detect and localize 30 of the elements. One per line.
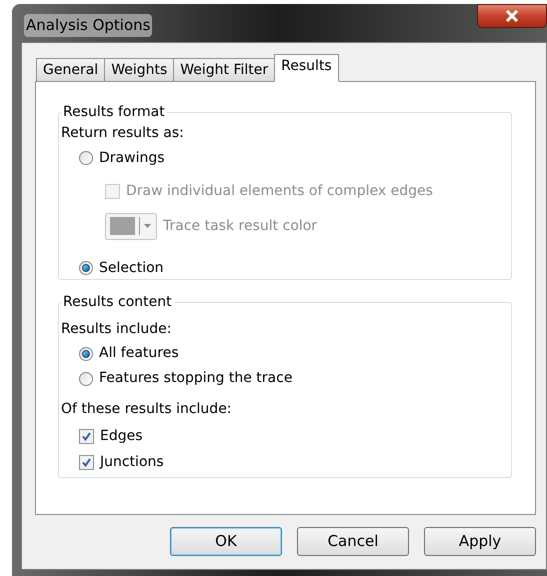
tab[interactable]: General bbox=[36, 58, 106, 82]
option-label: Edges bbox=[100, 426, 143, 446]
close-button[interactable] bbox=[477, 4, 547, 28]
tab[interactable]: Results bbox=[274, 54, 339, 82]
option-label: Draw individual elements of complex edges bbox=[126, 182, 433, 200]
group-title: Results format bbox=[62, 103, 166, 122]
prompt-label: Return results as: bbox=[61, 124, 185, 143]
radio-button[interactable] bbox=[79, 261, 93, 275]
option-label: All features bbox=[99, 344, 179, 363]
checkbox[interactable] bbox=[79, 454, 94, 470]
option-label: Trace task result color bbox=[163, 216, 318, 236]
group-title: Results content bbox=[62, 293, 173, 312]
option-label: Junctions bbox=[100, 452, 164, 472]
window-title: Analysis Options bbox=[24, 14, 152, 36]
tab[interactable]: Weight Filter bbox=[173, 58, 276, 82]
tab[interactable]: Weights bbox=[104, 58, 174, 82]
close-icon bbox=[505, 10, 519, 22]
caret-icon bbox=[144, 224, 151, 228]
option-label: Selection bbox=[99, 258, 164, 278]
dialog-button[interactable]: Apply bbox=[424, 527, 536, 556]
option-label: Drawings bbox=[99, 148, 165, 168]
radio-button[interactable] bbox=[79, 372, 93, 386]
option-label: Features stopping the trace bbox=[99, 369, 292, 388]
dialog-button[interactable]: Cancel bbox=[297, 527, 409, 556]
prompt-label: Results include: bbox=[61, 320, 172, 339]
checkbox[interactable] bbox=[79, 428, 94, 444]
dialog-button[interactable]: OK bbox=[170, 527, 282, 556]
radio-button[interactable] bbox=[79, 346, 93, 360]
prompt-label: Of these results include: bbox=[61, 400, 233, 419]
radio-button[interactable] bbox=[79, 151, 93, 165]
